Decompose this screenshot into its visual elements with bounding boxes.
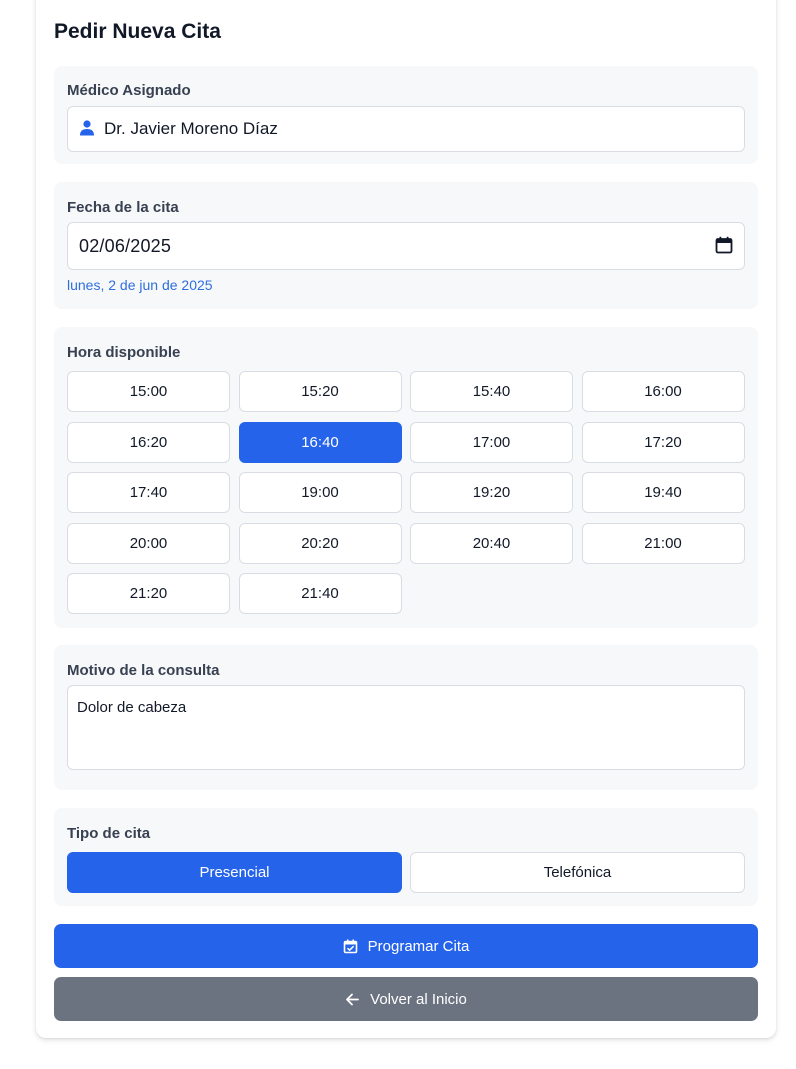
- time-label: Hora disponible: [67, 344, 181, 361]
- user-icon: [80, 120, 94, 136]
- calendar-check-icon: [343, 939, 357, 953]
- type-telefonica-button[interactable]: Telefónica: [410, 852, 745, 893]
- date-long-text: lunes, 2 de jun de 2025: [67, 277, 213, 293]
- time-slot-button[interactable]: 19:40: [581, 472, 745, 513]
- schedule-appointment-label: Programar Cita: [367, 937, 470, 955]
- appointment-card: Pedir Nueva Cita Médico Asignado Dr. Jav…: [36, 0, 776, 1038]
- time-slot-button[interactable]: 20:00: [67, 522, 230, 564]
- back-home-button[interactable]: Volver al Inicio: [54, 977, 758, 1021]
- type-label: Tipo de cita: [67, 825, 151, 842]
- date-section: Fecha de la cita 02/06/2025 lunes, 2 de …: [54, 182, 758, 309]
- time-slot-button[interactable]: 19:20: [410, 472, 573, 513]
- time-slot-button[interactable]: 20:20: [238, 522, 402, 564]
- time-slot-button[interactable]: 16:00: [581, 371, 745, 412]
- time-slot-button[interactable]: 20:40: [410, 522, 573, 564]
- time-slot-button[interactable]: 16:40: [238, 421, 402, 463]
- type-section: Tipo de cita Presencial Telefónica: [54, 808, 758, 906]
- time-slot-button[interactable]: 21:40: [238, 573, 402, 614]
- type-presencial-button[interactable]: Presencial: [67, 852, 402, 893]
- page-title: Pedir Nueva Cita: [54, 20, 221, 43]
- calendar-icon[interactable]: [715, 236, 733, 254]
- time-slot-button[interactable]: 16:20: [67, 421, 230, 463]
- time-slot-button[interactable]: 17:20: [581, 421, 745, 463]
- arrow-left-icon: [346, 993, 360, 1005]
- date-value: 02/06/2025: [79, 236, 172, 256]
- doctor-name: Dr. Javier Moreno Díaz: [104, 119, 278, 138]
- reason-section: Motivo de la consulta Dolor de cabeza: [54, 645, 758, 790]
- doctor-label: Médico Asignado: [67, 82, 191, 99]
- time-section: Hora disponible 15:00 15:20 15:40 16:00 16:2…: [54, 327, 758, 628]
- date-input[interactable]: 02/06/2025: [67, 222, 745, 270]
- time-slot-button[interactable]: 21:00: [581, 522, 745, 564]
- time-slot-button[interactable]: 21:20: [67, 573, 230, 614]
- time-slot-button[interactable]: 17:40: [67, 472, 230, 513]
- reason-label: Motivo de la consulta: [67, 662, 220, 679]
- reason-value: Dolor de cabeza: [77, 699, 187, 716]
- time-slot-button[interactable]: 15:20: [238, 371, 402, 412]
- doctor-field: Dr. Javier Moreno Díaz: [67, 106, 745, 152]
- time-slot-button[interactable]: 19:00: [238, 472, 402, 513]
- back-home-label: Volver al Inicio: [370, 990, 467, 1008]
- date-label: Fecha de la cita: [67, 199, 179, 216]
- schedule-appointment-button[interactable]: Programar Cita: [54, 924, 758, 968]
- time-slot-button[interactable]: 15:40: [410, 371, 573, 412]
- time-slot-button[interactable]: 17:00: [410, 421, 573, 463]
- doctor-section: Médico Asignado Dr. Javier Moreno Díaz: [54, 66, 758, 164]
- time-slot-button[interactable]: 15:00: [67, 371, 230, 412]
- reason-textarea[interactable]: Dolor de cabeza: [67, 685, 745, 770]
